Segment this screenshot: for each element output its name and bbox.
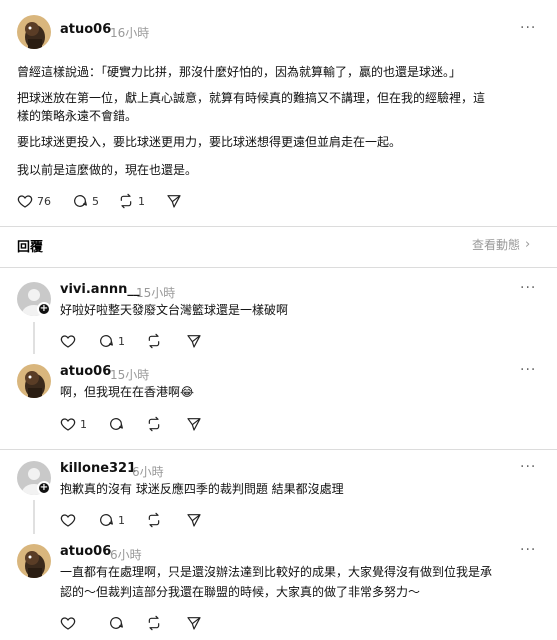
comment-bubble-icon (110, 617, 123, 629)
comment-count: 1 (118, 334, 125, 348)
more-icon[interactable]: ··· (520, 362, 536, 378)
divider (0, 449, 557, 450)
divider (0, 226, 557, 227)
share-button[interactable] (166, 191, 182, 211)
comment-button[interactable]: 5 (72, 191, 99, 211)
heart-icon (17, 195, 33, 208)
reply-time: 15小時 (136, 286, 176, 300)
avatar-image (17, 364, 51, 398)
more-icon[interactable]: ··· (520, 280, 536, 296)
repost-icon (148, 416, 160, 432)
like-button[interactable]: 76 (17, 191, 51, 211)
comment-button[interactable]: 1 (98, 331, 125, 351)
divider (0, 267, 557, 268)
share-button[interactable] (186, 613, 202, 633)
comment-bubble-icon (100, 514, 113, 526)
reply-time: 15小時 (110, 368, 150, 382)
avatar[interactable] (17, 544, 51, 578)
reply-username[interactable]: atuo06 (60, 364, 111, 379)
like-count: 1 (80, 417, 87, 431)
repost-button[interactable] (146, 510, 162, 530)
post-paragraph-4: 我以前是這麼做的，現在也還是。 (17, 163, 198, 177)
repost-button[interactable] (146, 331, 162, 351)
plus-icon[interactable]: + (37, 481, 51, 495)
send-icon (187, 335, 201, 348)
comment-bubble-icon (100, 335, 113, 347)
send-icon (187, 514, 201, 527)
avatar-image (17, 544, 51, 578)
replies-heading: 回覆 (17, 240, 44, 255)
avatar[interactable] (17, 15, 51, 49)
view-activity-label: 查看動態 (472, 238, 521, 252)
send-icon (187, 617, 201, 630)
avatar-image (17, 15, 51, 49)
comment-button[interactable] (108, 414, 124, 434)
reply-text: 抱歉真的沒有 球迷反應四季的裁判問題 結果都沒處理 (60, 482, 344, 496)
reply-text-line-1: 一直都有在處理啊，只是還沒辦法達到比較好的成果，大家覺得沒有做到位我是承 (60, 565, 493, 579)
like-button[interactable]: 1 (60, 414, 87, 434)
post-paragraph-3: 要比球迷更投入，要比球迷更用力，要比球迷想得更遠但並肩走在一起。 (17, 135, 402, 149)
thread-line (33, 322, 35, 354)
more-icon[interactable]: ··· (520, 20, 536, 36)
reply-text-line-2: 認的～但裁判這部分我還在聯盟的時候，大家真的做了非常多努力～ (60, 585, 421, 599)
repost-button[interactable]: 1 (118, 191, 145, 211)
heart-icon (60, 418, 76, 431)
repost-icon (148, 333, 160, 349)
reply-username[interactable]: vivi.annn__ (60, 282, 140, 297)
repost-icon (120, 193, 132, 209)
share-button[interactable] (186, 331, 202, 351)
repost-icon (148, 512, 160, 528)
share-button[interactable] (186, 414, 202, 434)
like-button[interactable] (60, 331, 76, 351)
reply-username[interactable]: atuo06 (60, 544, 111, 559)
heart-icon (60, 335, 76, 348)
post-paragraph-2b: 樣的策略永遠不會錯。 (17, 109, 138, 123)
repost-button[interactable] (146, 613, 162, 633)
reply-text: 啊，但我現在在香港啊😂 (60, 385, 195, 399)
more-icon[interactable]: ··· (520, 542, 536, 558)
post-paragraph-1: 曾經這樣說過：「硬實力比拼，那沒什麼好怕的，因為就算輸了，贏的也還是球迷。」 (17, 65, 462, 79)
like-count: 76 (37, 194, 51, 208)
comment-button[interactable]: 1 (98, 510, 125, 530)
more-icon[interactable]: ··· (520, 459, 536, 475)
like-button[interactable] (60, 613, 76, 633)
post-paragraph-2a: 把球迷放在第一位，獻上真心誠意，就算有時候真的難搞又不講理，但在我的經驗裡，這 (17, 91, 486, 105)
view-activity-link[interactable]: 查看動態 › (472, 236, 530, 253)
reply-time: 6小時 (110, 548, 142, 562)
repost-button[interactable] (146, 414, 162, 434)
reply-text: 好啦好啦整天發廢文台灣籃球還是一樣破啊 (60, 303, 289, 317)
repost-count: 1 (138, 194, 145, 208)
reply-time: 6小時 (132, 465, 164, 479)
thread-line (33, 500, 35, 534)
share-button[interactable] (186, 510, 202, 530)
chevron-right-icon: › (525, 237, 531, 252)
heart-icon (60, 514, 76, 527)
comment-bubble-icon (74, 195, 87, 207)
like-button[interactable] (60, 510, 76, 530)
send-icon (187, 418, 201, 431)
heart-icon (60, 617, 76, 630)
avatar[interactable] (17, 364, 51, 398)
reply-username[interactable]: killone321 (60, 461, 136, 476)
repost-icon (148, 615, 160, 631)
plus-icon[interactable]: + (37, 302, 51, 316)
post-time: 16小時 (110, 26, 150, 40)
comment-count: 5 (92, 194, 99, 208)
post-username[interactable]: atuo06 (60, 22, 111, 37)
comment-bubble-icon (110, 418, 123, 430)
comment-button[interactable] (108, 613, 124, 633)
send-icon (167, 195, 181, 208)
comment-count: 1 (118, 513, 125, 527)
